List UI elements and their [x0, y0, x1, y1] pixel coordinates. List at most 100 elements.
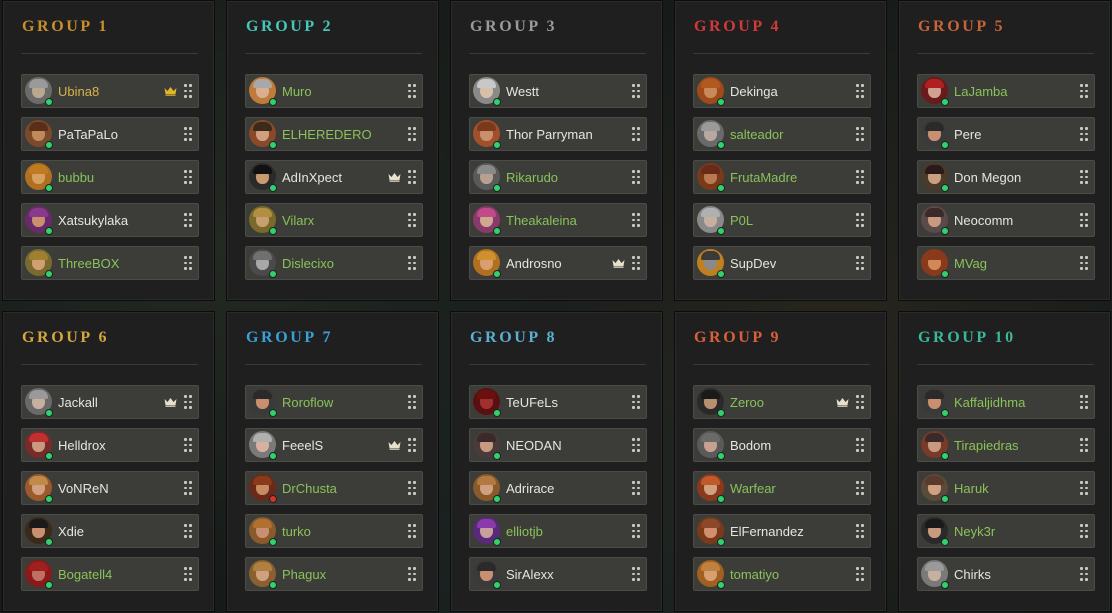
drag-handle-icon[interactable]	[408, 213, 416, 227]
player-slot[interactable]: Bodom	[693, 428, 871, 462]
player-slot[interactable]: elliotjb	[469, 514, 647, 548]
drag-handle-icon[interactable]	[856, 395, 864, 409]
player-slot[interactable]: Dekinga	[693, 74, 871, 108]
player-slot[interactable]: P0L	[693, 203, 871, 237]
drag-handle-icon[interactable]	[632, 524, 640, 538]
drag-handle-icon[interactable]	[408, 256, 416, 270]
drag-handle-icon[interactable]	[1080, 170, 1088, 184]
player-slot[interactable]: Chirks	[917, 557, 1095, 591]
player-slot[interactable]: TeUFeLs	[469, 385, 647, 419]
drag-handle-icon[interactable]	[856, 170, 864, 184]
player-slot[interactable]: Pere	[917, 117, 1095, 151]
player-slot[interactable]: FrutaMadre	[693, 160, 871, 194]
player-slot[interactable]: ThreeBOX	[21, 246, 199, 280]
player-slot[interactable]: Dislecixo	[245, 246, 423, 280]
player-slot[interactable]: Muro	[245, 74, 423, 108]
drag-handle-icon[interactable]	[632, 127, 640, 141]
drag-handle-icon[interactable]	[408, 438, 416, 452]
drag-handle-icon[interactable]	[1080, 256, 1088, 270]
player-slot[interactable]: Xatsukylaka	[21, 203, 199, 237]
player-slot[interactable]: turko	[245, 514, 423, 548]
drag-handle-icon[interactable]	[856, 524, 864, 538]
player-slot[interactable]: Androsno	[469, 246, 647, 280]
player-slot[interactable]: Rikarudo	[469, 160, 647, 194]
drag-handle-icon[interactable]	[632, 213, 640, 227]
player-slot[interactable]: Xdie	[21, 514, 199, 548]
drag-handle-icon[interactable]	[408, 84, 416, 98]
player-slot[interactable]: SirAlexx	[469, 557, 647, 591]
player-slot[interactable]: salteador	[693, 117, 871, 151]
player-slot[interactable]: Vilarx	[245, 203, 423, 237]
drag-handle-icon[interactable]	[856, 481, 864, 495]
drag-handle-icon[interactable]	[1080, 213, 1088, 227]
drag-handle-icon[interactable]	[1080, 481, 1088, 495]
player-slot[interactable]: ELHEREDERO	[245, 117, 423, 151]
player-slot[interactable]: LaJamba	[917, 74, 1095, 108]
player-slot[interactable]: Neocomm	[917, 203, 1095, 237]
drag-handle-icon[interactable]	[632, 438, 640, 452]
drag-handle-icon[interactable]	[1080, 127, 1088, 141]
drag-handle-icon[interactable]	[856, 567, 864, 581]
drag-handle-icon[interactable]	[184, 84, 192, 98]
drag-handle-icon[interactable]	[408, 395, 416, 409]
drag-handle-icon[interactable]	[408, 567, 416, 581]
player-slot[interactable]: NEODAN	[469, 428, 647, 462]
player-slot[interactable]: Helldrox	[21, 428, 199, 462]
player-slot[interactable]: Jackall	[21, 385, 199, 419]
drag-handle-icon[interactable]	[184, 524, 192, 538]
drag-handle-icon[interactable]	[1080, 395, 1088, 409]
drag-handle-icon[interactable]	[184, 438, 192, 452]
player-slot[interactable]: Don Megon	[917, 160, 1095, 194]
drag-handle-icon[interactable]	[856, 213, 864, 227]
drag-handle-icon[interactable]	[632, 481, 640, 495]
drag-handle-icon[interactable]	[184, 256, 192, 270]
drag-handle-icon[interactable]	[408, 170, 416, 184]
player-slot[interactable]: DrChusta	[245, 471, 423, 505]
drag-handle-icon[interactable]	[408, 481, 416, 495]
drag-handle-icon[interactable]	[184, 567, 192, 581]
player-slot[interactable]: Tirapiedras	[917, 428, 1095, 462]
drag-handle-icon[interactable]	[408, 524, 416, 538]
drag-handle-icon[interactable]	[632, 567, 640, 581]
player-slot[interactable]: AdInXpect	[245, 160, 423, 194]
drag-handle-icon[interactable]	[1080, 524, 1088, 538]
drag-handle-icon[interactable]	[1080, 84, 1088, 98]
player-slot[interactable]: VoNReN	[21, 471, 199, 505]
player-slot[interactable]: Ubina8	[21, 74, 199, 108]
drag-handle-icon[interactable]	[408, 127, 416, 141]
player-slot[interactable]: Adrirace	[469, 471, 647, 505]
player-slot[interactable]: Haruk	[917, 471, 1095, 505]
player-slot[interactable]: Neyk3r	[917, 514, 1095, 548]
player-slot[interactable]: SupDev	[693, 246, 871, 280]
drag-handle-icon[interactable]	[184, 213, 192, 227]
drag-handle-icon[interactable]	[632, 256, 640, 270]
player-slot[interactable]: tomatiyo	[693, 557, 871, 591]
drag-handle-icon[interactable]	[184, 127, 192, 141]
player-slot[interactable]: Zeroo	[693, 385, 871, 419]
player-slot[interactable]: Theakaleina	[469, 203, 647, 237]
drag-handle-icon[interactable]	[632, 395, 640, 409]
player-slot[interactable]: Thor Parryman	[469, 117, 647, 151]
player-slot[interactable]: MVag	[917, 246, 1095, 280]
drag-handle-icon[interactable]	[632, 170, 640, 184]
player-slot[interactable]: Phagux	[245, 557, 423, 591]
drag-handle-icon[interactable]	[632, 84, 640, 98]
drag-handle-icon[interactable]	[184, 170, 192, 184]
drag-handle-icon[interactable]	[184, 395, 192, 409]
drag-handle-icon[interactable]	[1080, 438, 1088, 452]
player-slot[interactable]: Roroflow	[245, 385, 423, 419]
player-slot[interactable]: Kaffaljidhma	[917, 385, 1095, 419]
player-slot[interactable]: ElFernandez	[693, 514, 871, 548]
drag-handle-icon[interactable]	[856, 256, 864, 270]
drag-handle-icon[interactable]	[856, 84, 864, 98]
drag-handle-icon[interactable]	[856, 438, 864, 452]
drag-handle-icon[interactable]	[184, 481, 192, 495]
player-slot[interactable]: Warfear	[693, 471, 871, 505]
player-slot[interactable]: PaTaPaLo	[21, 117, 199, 151]
player-slot[interactable]: FeeelS	[245, 428, 423, 462]
drag-handle-icon[interactable]	[1080, 567, 1088, 581]
player-slot[interactable]: Westt	[469, 74, 647, 108]
player-slot[interactable]: Bogatell4	[21, 557, 199, 591]
player-slot[interactable]: bubbu	[21, 160, 199, 194]
drag-handle-icon[interactable]	[856, 127, 864, 141]
